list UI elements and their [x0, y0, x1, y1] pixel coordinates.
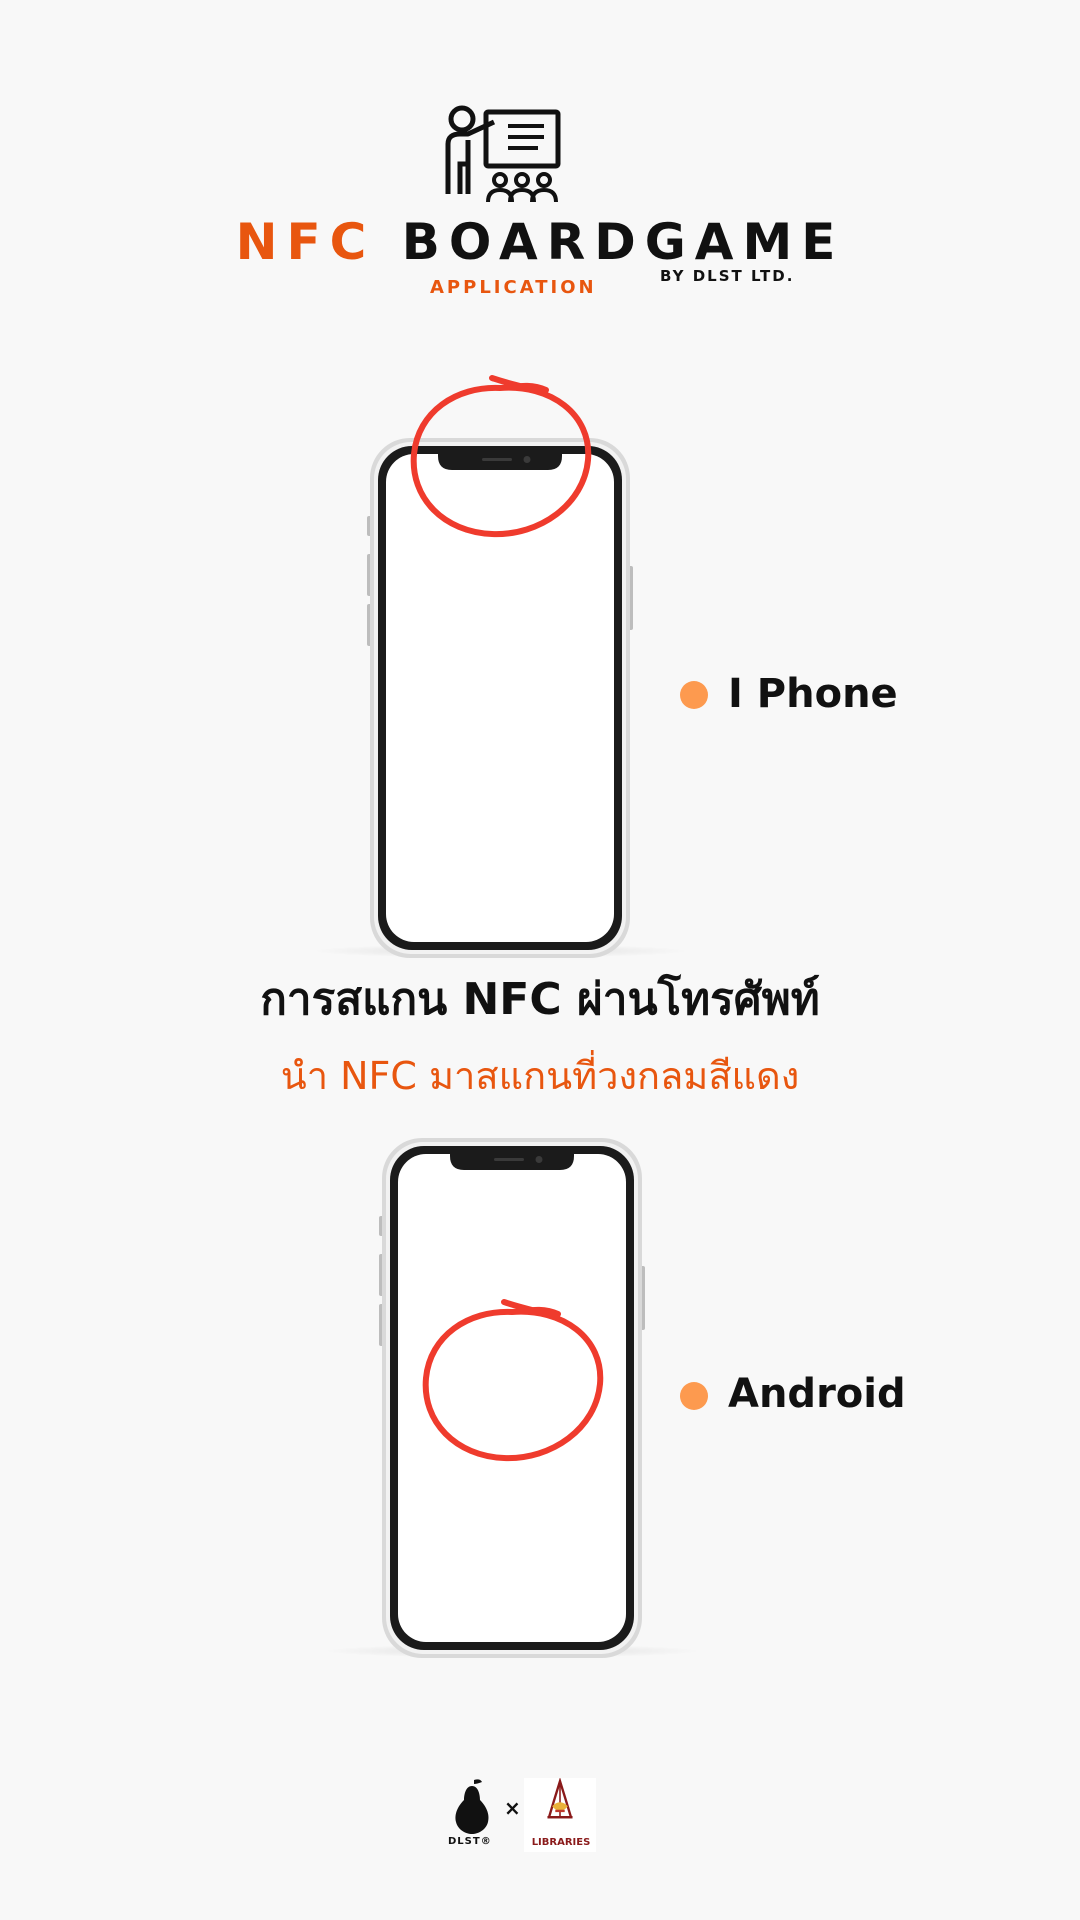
- bullet-iphone: [680, 681, 708, 709]
- scan-instruction-subtitle: นำ NFC มาสแกนที่วงกลมสีแดง: [280, 1054, 800, 1098]
- teacher-presentation-icon: [438, 104, 564, 208]
- android-label: Android: [728, 1371, 906, 1417]
- libraries-text: LIBRARIES: [531, 1837, 591, 1848]
- subtitle-application: APPLICATION: [430, 277, 597, 298]
- subtitle-by-company: BY DLST LTD.: [660, 267, 795, 285]
- title-nfc: NFC: [235, 213, 376, 271]
- nfc-scan-circle-iphone: [400, 372, 600, 542]
- title-boardgame: BOARDGAME: [401, 213, 845, 271]
- app-title: NFC BOARDGAME: [0, 212, 1080, 272]
- bullet-android: [680, 1382, 708, 1410]
- dlst-brand-text: DLST®: [448, 1836, 492, 1847]
- collab-separator: ×: [504, 1796, 521, 1820]
- pear-icon: [450, 1776, 494, 1834]
- scan-instruction-title: การสแกน NFC ผ่านโทรศัพท์: [260, 974, 820, 1025]
- nfc-scan-circle-android: [412, 1296, 612, 1466]
- iphone-label: I Phone: [728, 671, 898, 717]
